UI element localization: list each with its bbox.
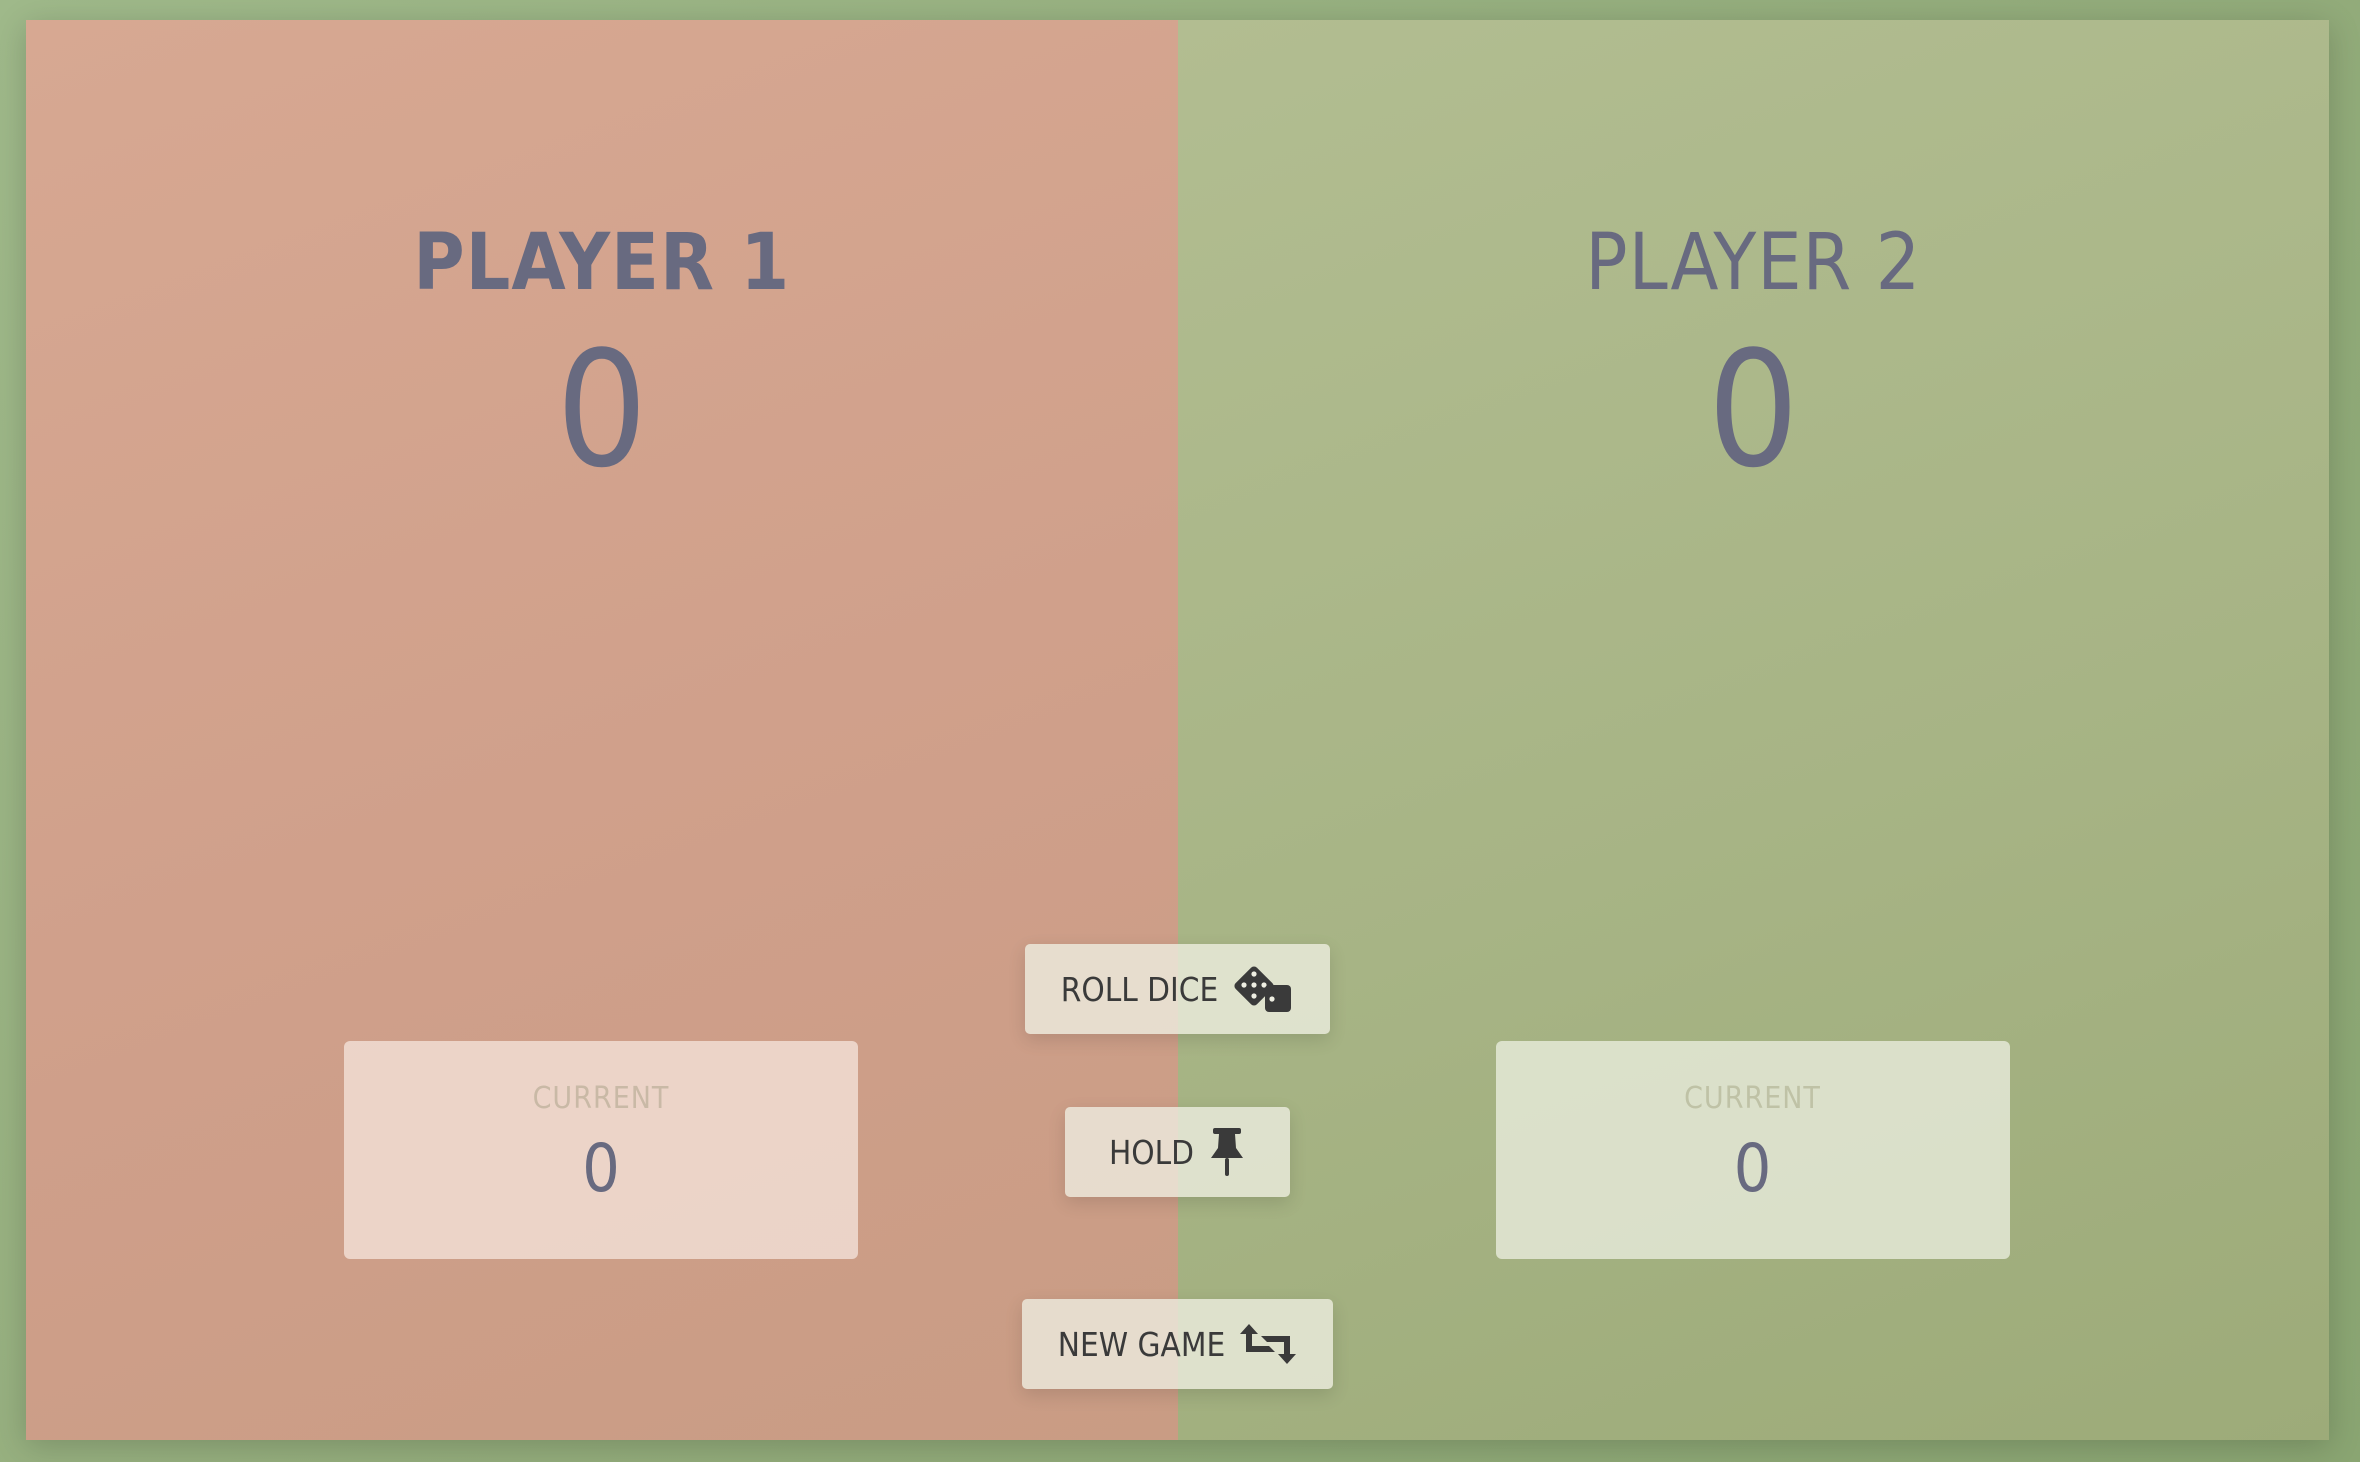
retweet-icon: [1239, 1322, 1297, 1366]
player-2-score: 0: [1707, 316, 1800, 503]
player-1-panel: PLAYER 1 0 CURRENT 0: [26, 20, 1178, 1440]
player-2-name: PLAYER 2: [1585, 218, 1922, 308]
player-2-current-label: CURRENT: [1684, 1081, 1821, 1116]
player-1-name: PLAYER 1: [413, 218, 791, 308]
player-1-score: 0: [555, 316, 648, 503]
player-1-current-box: CURRENT 0: [344, 1041, 858, 1259]
player-1-current-label: CURRENT: [532, 1081, 670, 1116]
player-1-current-score: 0: [582, 1130, 620, 1207]
player-2-current-score: 0: [1733, 1130, 1772, 1207]
player-2-current-box: CURRENT 0: [1495, 1041, 2010, 1259]
hold-button[interactable]: HOLD: [1065, 1107, 1290, 1197]
pushpin-icon: [1208, 1126, 1246, 1178]
roll-dice-button[interactable]: ROLL DICE: [1025, 944, 1330, 1034]
hold-label: HOLD: [1108, 1132, 1195, 1172]
dice-icon: [1232, 964, 1294, 1014]
new-game-button[interactable]: NEW GAME: [1022, 1299, 1333, 1389]
game-board: PLAYER 1 0 CURRENT 0 PLAYER 2 0 CURRENT …: [26, 20, 2329, 1440]
player-2-panel: PLAYER 2 0 CURRENT 0: [1177, 20, 2329, 1440]
roll-dice-label: ROLL DICE: [1060, 969, 1219, 1009]
new-game-label: NEW GAME: [1057, 1324, 1226, 1364]
